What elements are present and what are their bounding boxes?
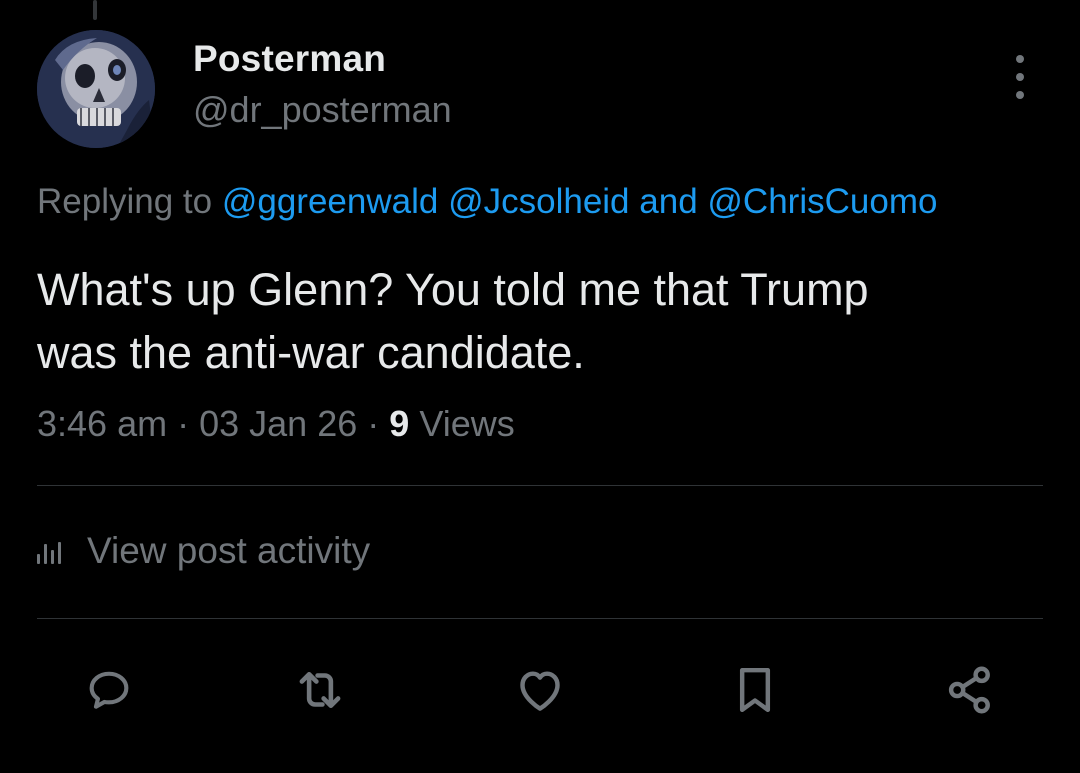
post-text-line: What's up Glenn? You told me that Trump <box>37 264 869 315</box>
more-dot <box>1016 55 1024 63</box>
repost-icon <box>299 671 341 709</box>
views-label: Views <box>419 403 515 444</box>
meta-separator: · <box>177 403 190 444</box>
post-time[interactable]: 3:46 am <box>37 403 167 444</box>
mention-link[interactable]: @ChrisCuomo <box>707 182 937 221</box>
view-post-activity-button[interactable]: View post activity <box>37 530 370 572</box>
more-dot <box>1016 91 1024 99</box>
bookmark-button[interactable] <box>720 655 790 725</box>
avatar[interactable] <box>37 30 155 148</box>
bookmark-icon <box>739 667 771 713</box>
mention-link[interactable]: @Jcsolheid <box>448 182 629 221</box>
meta-separator: · <box>367 403 380 444</box>
more-options-button[interactable] <box>1000 55 1040 99</box>
skull-avatar-image <box>37 30 155 148</box>
heart-icon <box>520 671 560 711</box>
divider <box>37 618 1043 619</box>
action-bar <box>0 655 1080 725</box>
share-icon <box>948 666 990 714</box>
post-date[interactable]: 03 Jan 26 <box>199 403 357 444</box>
display-name[interactable]: Posterman <box>193 38 386 80</box>
view-post-activity-label: View post activity <box>87 530 371 571</box>
replying-to-line: Replying to @ggreenwald @Jcsolheid and @… <box>37 182 937 222</box>
post-text: What's up Glenn? You told me that Trump … <box>37 258 1047 384</box>
post-detail-page: Posterman @dr_posterman Replying to @ggr… <box>0 0 1080 773</box>
mention-link[interactable]: @ggreenwald <box>222 182 439 221</box>
post-text-line: was the anti-war candidate. <box>37 327 585 378</box>
repost-button[interactable] <box>285 655 355 725</box>
analytics-icon <box>37 542 65 564</box>
divider <box>37 485 1043 486</box>
user-handle[interactable]: @dr_posterman <box>193 89 452 131</box>
share-button[interactable] <box>935 655 1005 725</box>
views-count: 9 <box>389 403 410 444</box>
more-dot <box>1016 73 1024 81</box>
post-meta: 3:46 am · 03 Jan 26 · 9 Views <box>37 403 515 445</box>
reply-button[interactable] <box>74 655 144 725</box>
thread-connector-line <box>93 0 97 20</box>
reply-icon <box>89 671 129 709</box>
mention-joiner[interactable]: and <box>639 182 697 221</box>
replying-to-label: Replying to <box>37 182 213 221</box>
like-button[interactable] <box>505 655 575 725</box>
